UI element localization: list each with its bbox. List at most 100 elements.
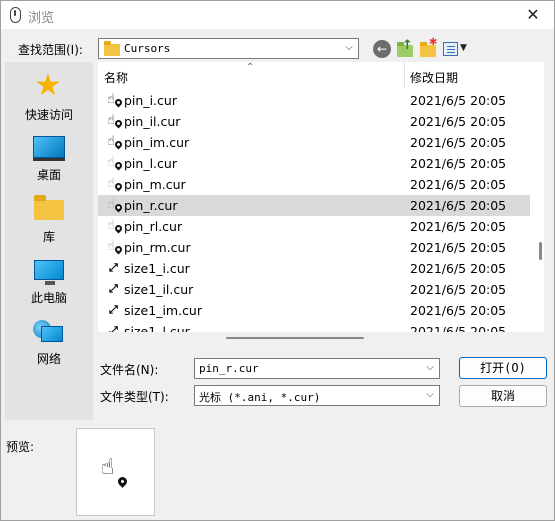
star-icon: ★ [34, 68, 62, 103]
file-name: size1_i.cur [124, 261, 190, 276]
hand-pin-cursor-icon: ☝ [107, 198, 124, 214]
file-name: pin_rl.cur [124, 219, 183, 234]
file-row[interactable]: ☝ pin_l.cur 2021/6/5 20:05 [98, 153, 530, 174]
filetype-select[interactable]: 光标 (*.ani, *.cur) ⌵ [194, 385, 440, 406]
cancel-button[interactable]: 取消 [459, 385, 547, 407]
sparkle-icon: ✱ [429, 37, 438, 48]
place-libraries[interactable]: 库 [5, 190, 93, 250]
file-date: 2021/6/5 20:05 [410, 261, 507, 276]
new-folder-button[interactable]: ✱ [419, 37, 438, 58]
folder-icon [104, 41, 120, 56]
filetype-label: 文件类型(T): [100, 390, 169, 404]
file-name: size1_l.cur [124, 324, 190, 332]
column-header-name[interactable]: 名称 [104, 69, 128, 86]
file-date: 2021/6/5 20:05 [410, 114, 507, 129]
places-bar: ★ 快速访问 桌面 库 此电脑 网络 [5, 62, 93, 420]
filename-value: pin_r.cur [199, 362, 259, 375]
place-this-pc[interactable]: 此电脑 [5, 250, 93, 310]
file-row[interactable]: ☝ pin_i.cur 2021/6/5 20:05 [98, 90, 530, 111]
file-row[interactable]: ☝ pin_rm.cur 2021/6/5 20:05 [98, 237, 530, 258]
hand-pin-cursor-icon: ☝ [107, 156, 124, 172]
column-header-row: 名称 ⌃ 修改日期 [98, 62, 544, 88]
file-rows: ☝ pin_i.cur 2021/6/5 20:05 ☝ pin_il.cur 2021/… [98, 90, 530, 332]
library-icon [34, 195, 64, 220]
file-row[interactable]: ☝ pin_il.cur 2021/6/5 20:05 [98, 111, 530, 132]
file-date: 2021/6/5 20:05 [410, 219, 507, 234]
hand-pin-cursor-icon: ☝ [107, 114, 124, 130]
hand-pin-cursor-icon: ☝ [107, 219, 124, 235]
file-date: 2021/6/5 20:05 [410, 324, 507, 332]
file-row[interactable]: ⤢ size1_l.cur 2021/6/5 20:05 [98, 321, 530, 332]
column-divider[interactable] [404, 62, 405, 88]
look-in-value: Cursors [124, 42, 171, 55]
up-folder-button[interactable]: ↑ [396, 38, 414, 58]
up-arrow-icon: ↑ [402, 38, 413, 53]
place-network[interactable]: 网络 [5, 312, 93, 372]
file-date: 2021/6/5 20:05 [410, 303, 507, 318]
file-date: 2021/6/5 20:05 [410, 93, 507, 108]
file-row[interactable]: ☝ pin_rl.cur 2021/6/5 20:05 [98, 216, 530, 237]
file-row[interactable]: ⤢ size1_im.cur 2021/6/5 20:05 [98, 300, 530, 321]
preview-label: 预览: [6, 440, 35, 454]
file-name: pin_rm.cur [124, 240, 191, 255]
column-header-date[interactable]: 修改日期 [410, 69, 458, 86]
computer-icon [34, 260, 64, 285]
file-name: pin_l.cur [124, 156, 177, 171]
file-date: 2021/6/5 20:05 [410, 198, 507, 213]
hand-pin-cursor-icon: ☝ [101, 457, 131, 488]
file-row[interactable]: ⤢ size1_i.cur 2021/6/5 20:05 [98, 258, 530, 279]
preview-pane: ☝ [76, 428, 155, 516]
filename-combo[interactable]: pin_r.cur ⌵ [194, 358, 440, 379]
file-name: pin_il.cur [124, 114, 181, 129]
file-name: size1_im.cur [124, 303, 202, 318]
look-in-dropdown[interactable]: Cursors ⌵ [98, 38, 359, 59]
desktop-icon [33, 136, 65, 161]
place-label: 网络 [36, 352, 61, 366]
network-icon [33, 320, 63, 344]
sort-ascending-icon: ⌃ [246, 62, 255, 73]
hand-pin-cursor-icon: ☝ [107, 177, 124, 193]
place-label: 桌面 [36, 168, 61, 182]
cancel-button-label: 取消 [490, 389, 515, 403]
diagonal-resize-cursor-icon: ⤢ [109, 303, 118, 316]
diagonal-resize-cursor-icon: ⤢ [109, 282, 118, 295]
file-date: 2021/6/5 20:05 [410, 156, 507, 171]
view-menu-button[interactable]: ▼ [443, 40, 471, 58]
open-button[interactable]: 打开(O) [459, 357, 547, 379]
close-button[interactable]: ✕ [516, 2, 550, 28]
chevron-down-icon: ⌵ [426, 362, 434, 373]
diagonal-resize-cursor-icon: ⤢ [109, 324, 118, 333]
place-label: 库 [42, 230, 55, 244]
file-name: pin_im.cur [124, 135, 190, 150]
filename-label: 文件名(N): [100, 363, 159, 377]
place-desktop[interactable]: 桌面 [5, 128, 93, 188]
view-list-icon [443, 42, 458, 56]
place-quick-access[interactable]: ★ 快速访问 [5, 66, 93, 126]
file-list[interactable]: 名称 ⌃ 修改日期 ☝ pin_i.cur 2021/6/5 20:05 ☝ pin_i… [98, 62, 544, 332]
file-date: 2021/6/5 20:05 [410, 240, 507, 255]
mouse-icon [10, 7, 21, 23]
file-row[interactable]: ☝ pin_r.cur 2021/6/5 20:05 [98, 195, 530, 216]
diagonal-resize-cursor-icon: ⤢ [109, 261, 118, 274]
dropdown-arrow-icon: ▼ [460, 43, 467, 53]
file-name: pin_i.cur [124, 93, 177, 108]
horizontal-scrollbar-thumb[interactable] [226, 337, 364, 339]
window-title: 浏览 [28, 11, 55, 26]
file-name: size1_il.cur [124, 282, 194, 297]
file-row[interactable]: ☝ pin_im.cur 2021/6/5 20:05 [98, 132, 530, 153]
chevron-down-icon: ⌵ [345, 42, 353, 53]
back-button[interactable]: ← [373, 40, 391, 58]
file-date: 2021/6/5 20:05 [410, 282, 507, 297]
file-row[interactable]: ⤢ size1_il.cur 2021/6/5 20:05 [98, 279, 530, 300]
filetype-value: 光标 (*.ani, *.cur) [199, 391, 321, 404]
title-bar: 浏览 ✕ [1, 1, 554, 29]
place-label: 此电脑 [30, 291, 67, 305]
chevron-down-icon: ⌵ [426, 389, 434, 400]
vertical-scrollbar-thumb[interactable] [539, 242, 542, 260]
file-name: pin_r.cur [124, 198, 178, 213]
file-date: 2021/6/5 20:05 [410, 135, 507, 150]
look-in-label: 查找范围(I): [18, 43, 83, 57]
hand-pin-cursor-icon: ☝ [107, 93, 124, 109]
file-row[interactable]: ☝ pin_m.cur 2021/6/5 20:05 [98, 174, 530, 195]
open-button-label: 打开(O) [480, 361, 526, 375]
